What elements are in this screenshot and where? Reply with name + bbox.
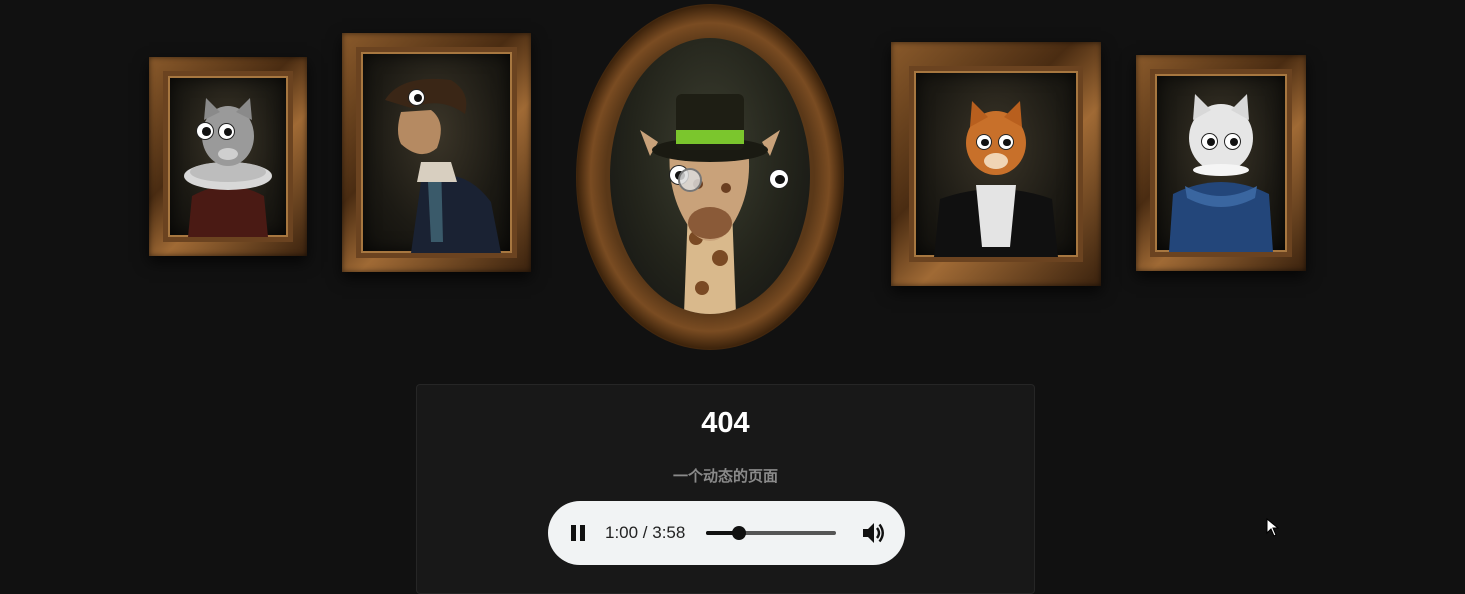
portrait-orange-cat [891,42,1101,286]
ferret-painting [385,78,501,253]
seek-thumb[interactable] [731,526,746,540]
portrait-gray-cat [149,57,307,256]
volume-button[interactable] [861,521,887,545]
googly-eye [409,90,424,105]
googly-eye [1202,134,1217,149]
volume-icon [863,523,884,543]
time-display: 1:00 / 3:58 [605,523,686,542]
gray-cat-painting [184,98,272,237]
error-card: 404 一个动态的页面 1:00 / 3:58 [416,384,1035,594]
audio-player[interactable]: 1:00 / 3:58 [548,501,905,565]
monocle [678,168,702,192]
portrait-ferret [342,33,531,272]
googly-eye [219,124,234,139]
pause-button[interactable] [568,523,588,543]
white-cat-painting [1169,94,1273,252]
mouse-cursor-icon [1266,518,1280,537]
error-subtitle: 一个动态的页面 [672,468,778,485]
googly-eye [999,135,1013,149]
googly-eye [977,135,991,149]
googly-eye [1225,134,1240,149]
pause-icon [571,525,576,541]
portrait-giraffe [576,4,844,350]
error-code: 404 [701,407,750,439]
seek-slider[interactable] [706,526,836,540]
portrait-white-cat [1136,55,1306,271]
googly-eye [770,170,788,188]
pause-icon-bar [580,525,585,541]
googly-eye [197,123,213,139]
orange-cat-painting [934,101,1058,257]
